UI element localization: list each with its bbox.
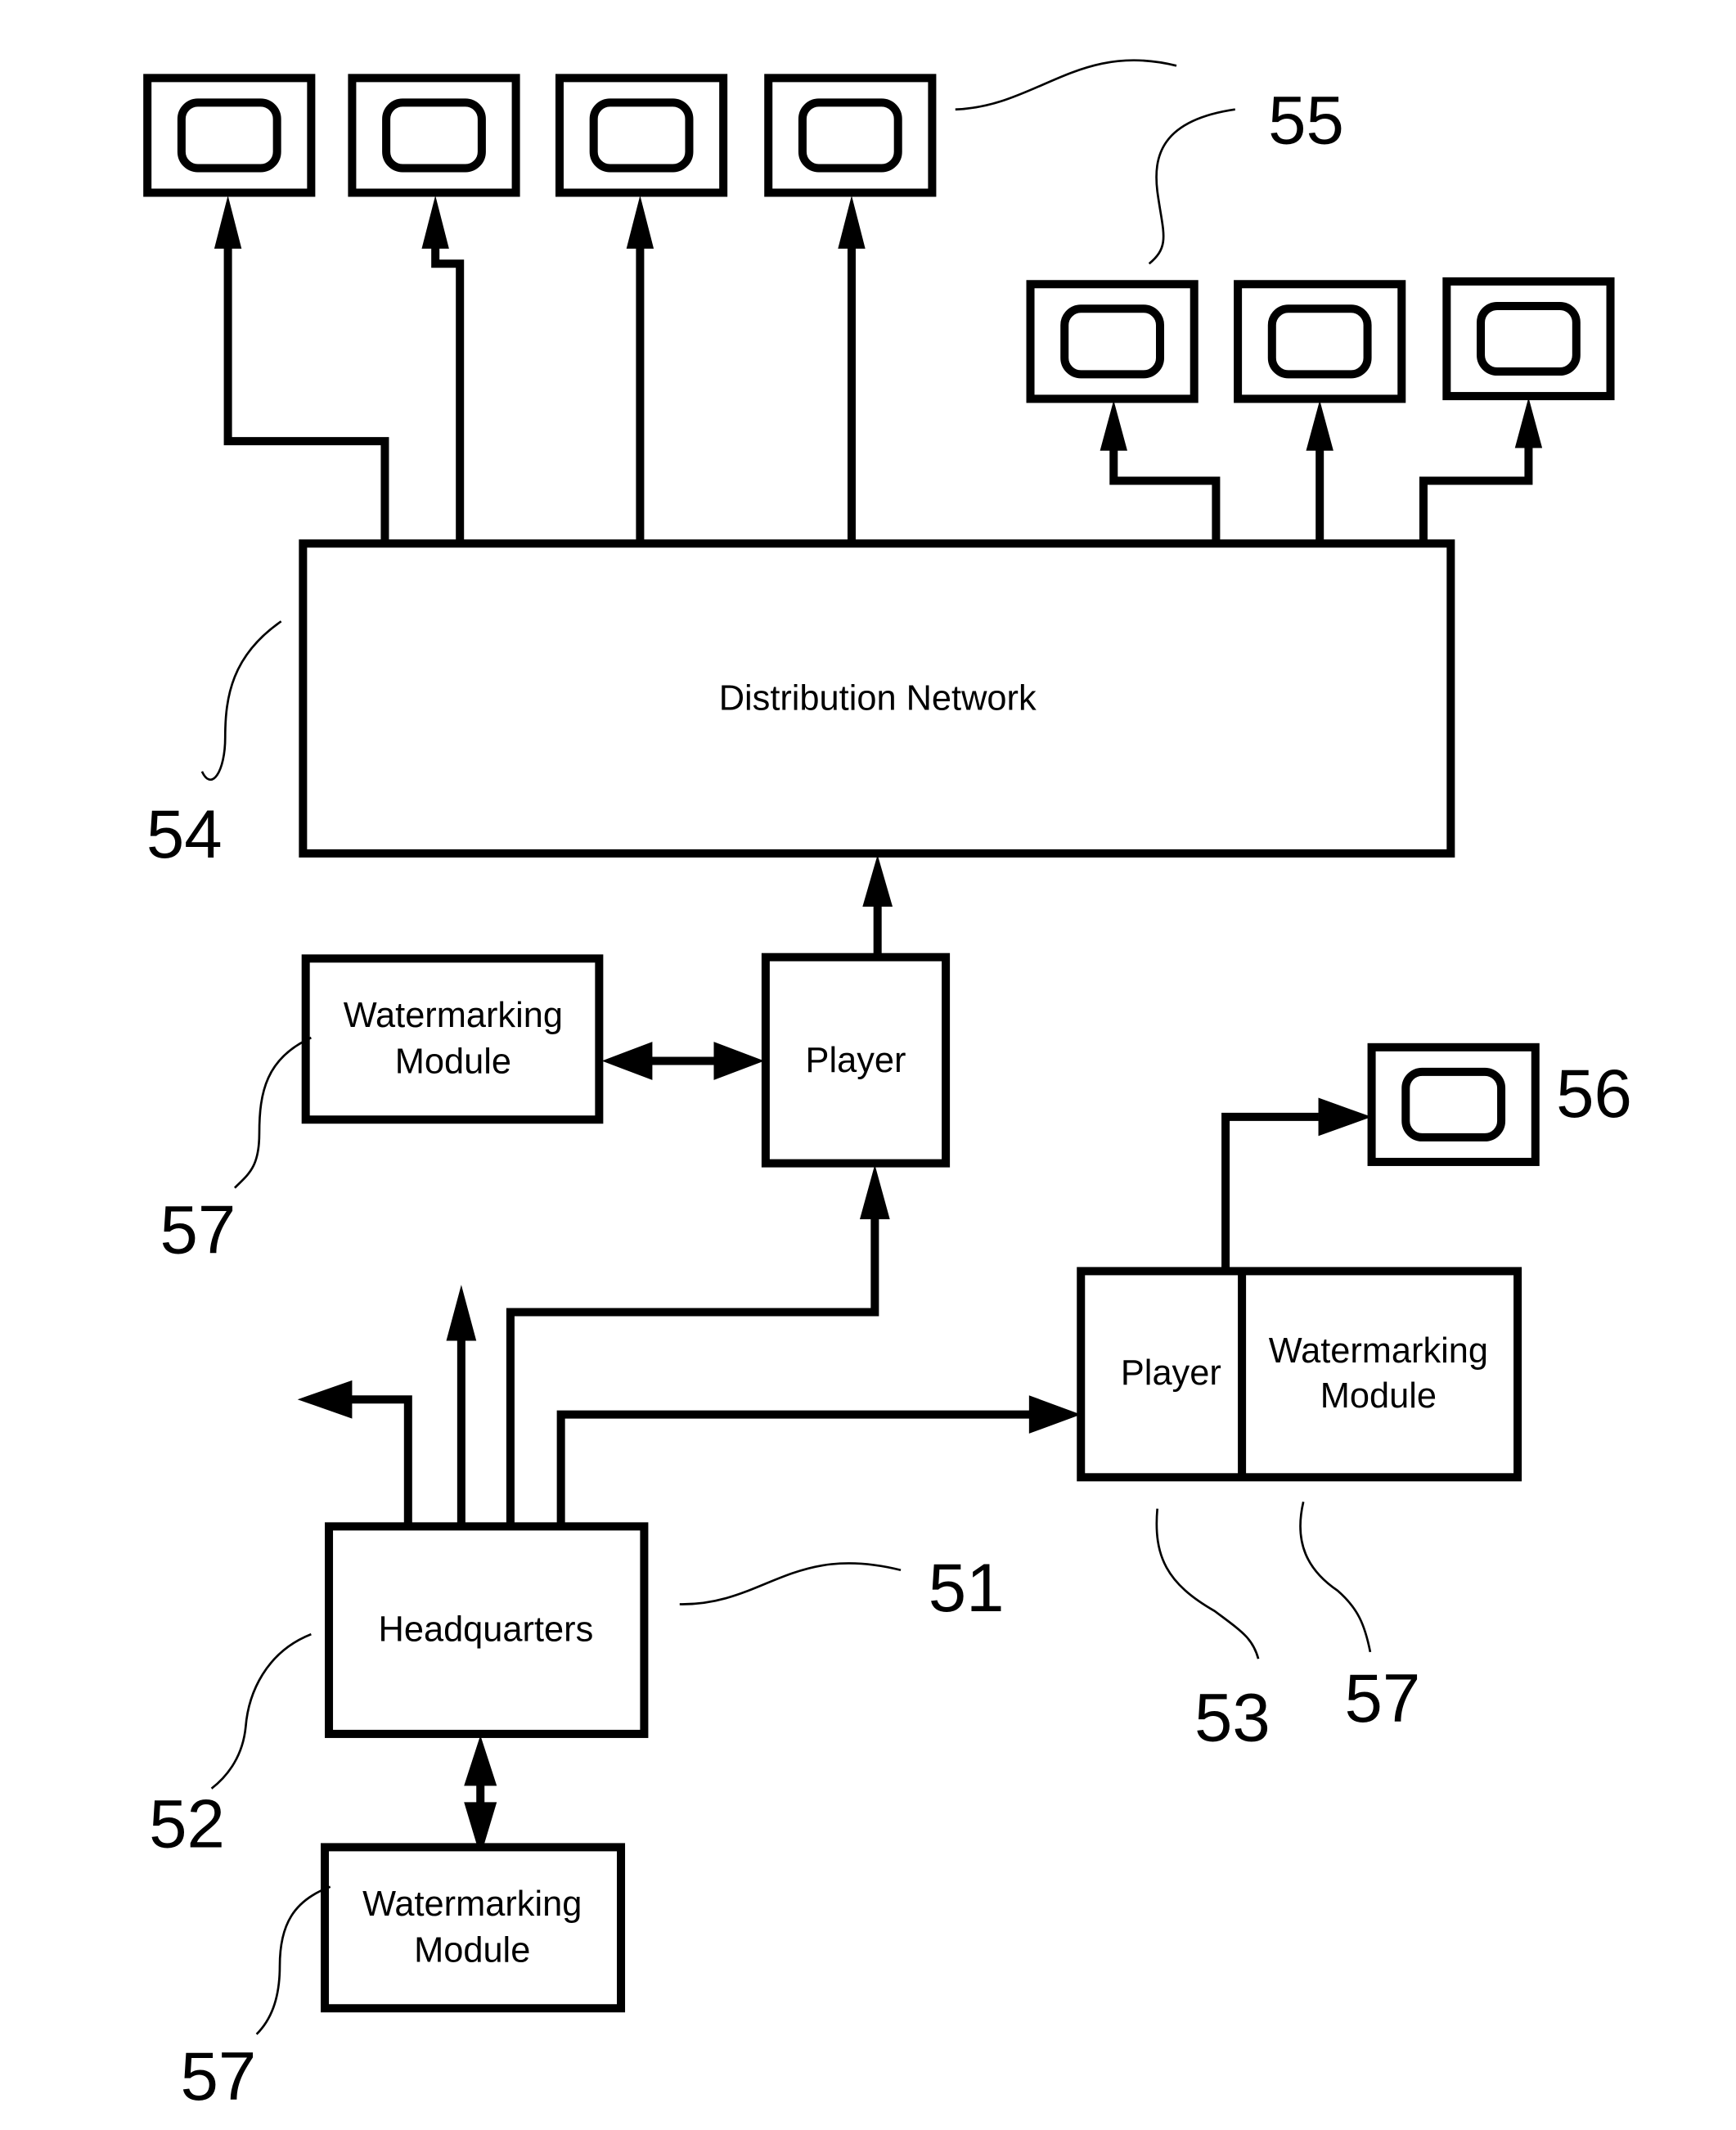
reference-numeral-56: 56 [1556,1055,1632,1132]
connector-headquarters-left [297,1380,412,1527]
player-watermarking-combo-box: Player Watermarking Module [1077,1267,1522,1482]
combo-player-label: Player [1121,1353,1221,1393]
display-icon [1446,281,1610,396]
display-icon-56 [1372,1047,1536,1162]
connector-network-to-display-2 [421,195,465,544]
watermarking-module-box-top: Watermarking Module [301,954,604,1124]
reference-numeral-54: 54 [146,795,223,872]
connector-headquarters-to-player [506,1164,890,1527]
connector-player-to-network [862,854,893,957]
reference-numeral-55: 55 [1268,81,1344,158]
reference-numeral-57: 57 [181,2038,257,2114]
connector-network-to-display-5 [1100,400,1221,544]
connector-headquarters-up [446,1285,477,1527]
reference-numeral-52: 52 [149,1785,225,1862]
connector-network-to-display-1 [214,195,389,544]
headquarters-box: Headquarters [325,1522,649,1738]
display-icon [560,78,723,192]
leader-line-57-right [1299,1502,1372,1653]
leader-line-top-displays [955,59,1177,111]
connector-network-to-display-6 [1306,400,1333,544]
connector-network-to-display-7 [1419,397,1543,544]
watermarking-module-label-line1: Watermarking [362,1885,582,1924]
reference-numeral-57: 57 [1345,1659,1421,1736]
combo-watermarking-label-line1: Watermarking [1269,1331,1488,1371]
leader-line-54 [200,620,282,781]
display-icon [768,78,932,192]
leader-line-55 [1148,108,1235,265]
patent-figure: Distribution Network Watermarking Module… [0,59,1632,2114]
reference-numeral-51: 51 [929,1549,1005,1626]
display-icon [147,78,311,192]
leader-line-52 [210,1632,312,1790]
reference-numeral-53: 53 [1194,1678,1271,1755]
reference-numeral-57: 57 [160,1191,236,1268]
connector-network-to-display-4 [838,195,866,544]
watermarking-module-box-bottom: Watermarking Module [321,1843,626,2013]
player-label: Player [806,1041,906,1080]
watermarking-module-label-line1: Watermarking [344,996,563,1035]
connector-headquarters-to-combo [556,1395,1082,1527]
display-icon [1031,284,1194,399]
watermarking-module-label-line2: Module [395,1042,511,1082]
leader-line-51 [679,1562,902,1605]
distribution-network-box: Distribution Network [299,539,1455,858]
display-icon [1238,284,1401,399]
leader-line-57-bottom [255,1885,331,2035]
distribution-network-label: Distribution Network [719,679,1037,718]
watermarking-module-label-line2: Module [414,1931,530,1970]
headquarters-label: Headquarters [379,1610,594,1649]
leader-line-53 [1155,1508,1260,1659]
connector-network-to-display-3 [626,195,654,544]
connector-watermarking-player-bidirectional [601,1042,765,1080]
connector-headquarters-watermarking-bidirectional [464,1735,497,1858]
leader-line-57-top [233,1036,312,1189]
combo-watermarking-label-line2: Module [1320,1376,1437,1416]
display-icon [352,78,515,192]
player-box-top: Player [761,952,951,1168]
connector-combo-to-display-56 [1221,1097,1372,1272]
